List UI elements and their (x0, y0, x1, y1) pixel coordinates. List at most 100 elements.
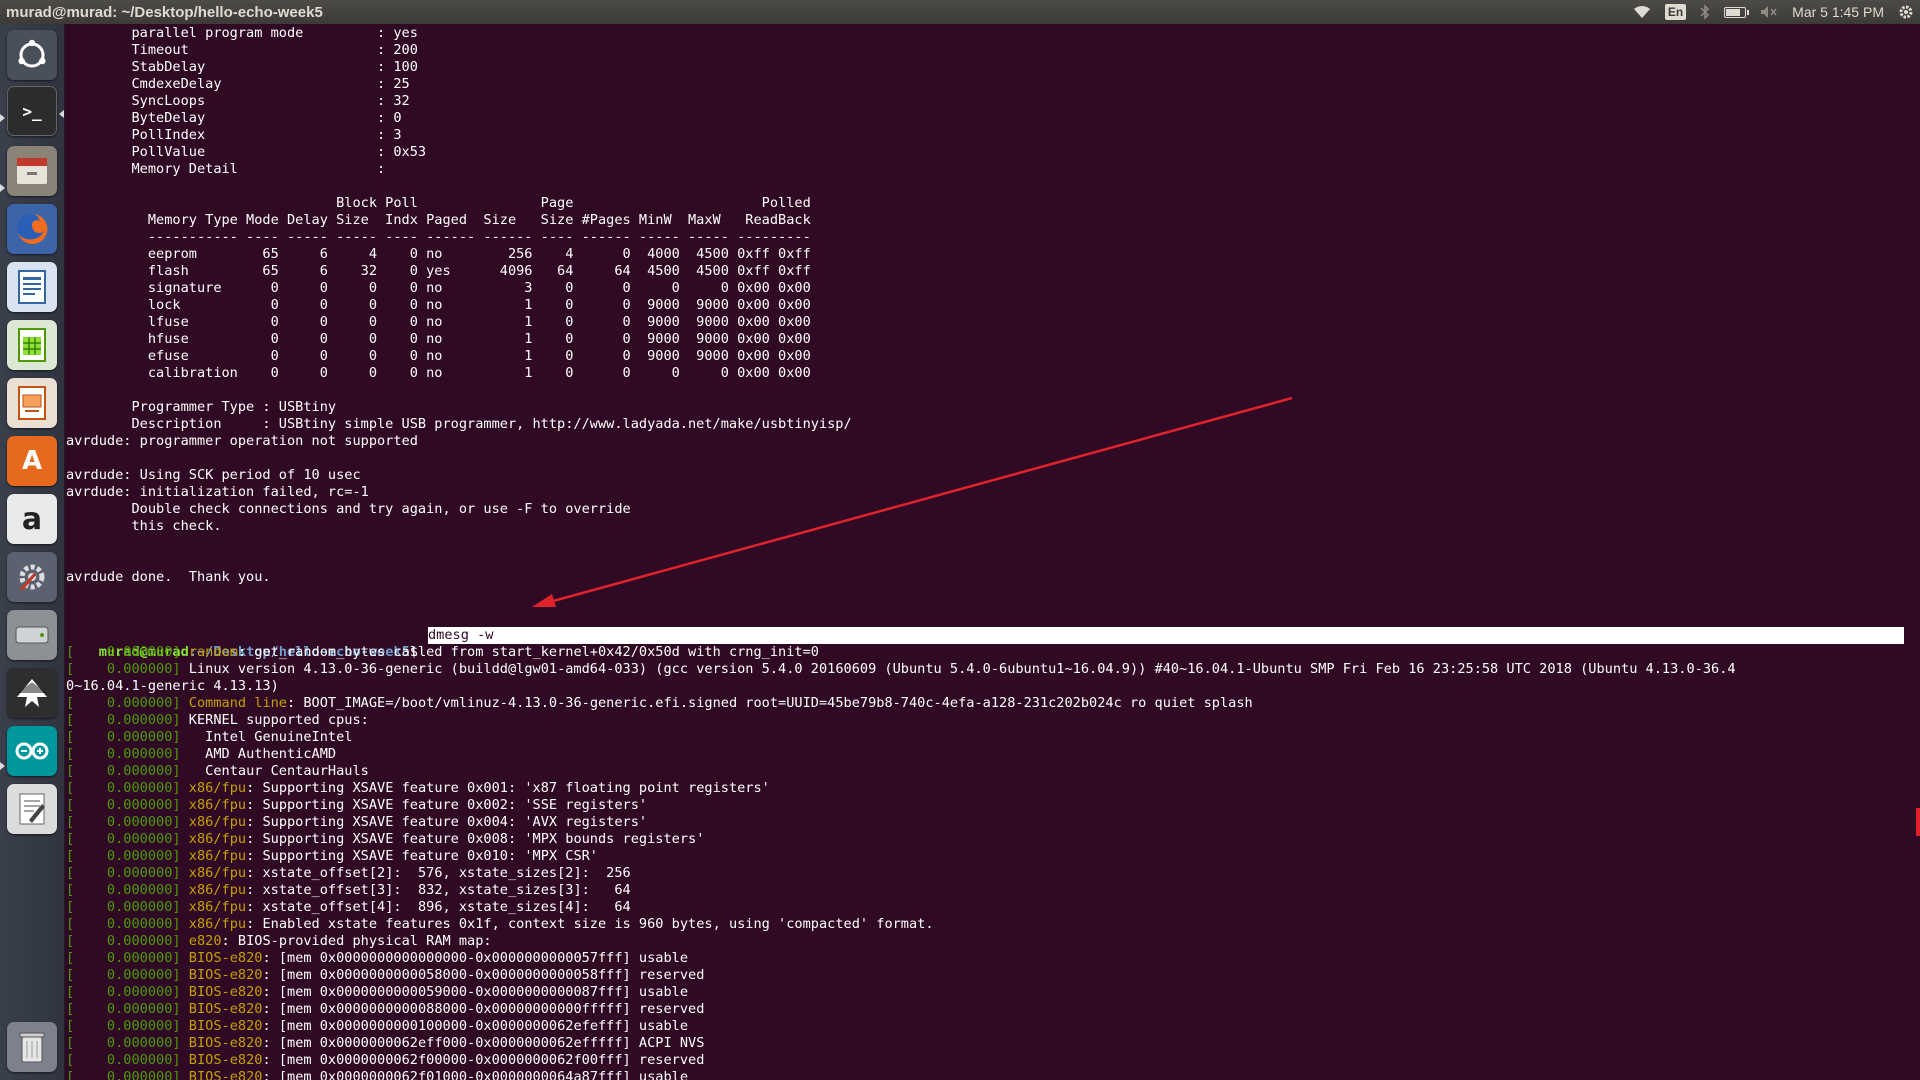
text-editor-icon[interactable] (7, 784, 57, 834)
dmesg-tag: BIOS-e820 (188, 967, 263, 983)
clock[interactable]: Mar 5 1:45 PM (1792, 4, 1884, 20)
dmesg-line: [ 0.000000] BIOS-e820: [mem 0x0000000000… (66, 984, 1736, 1001)
libreoffice-calc-icon[interactable] (7, 320, 57, 370)
dmesg-tag: BIOS-e820 (188, 984, 263, 1000)
files-icon[interactable] (7, 146, 57, 196)
command-text[interactable]: dmesg -w (428, 627, 493, 644)
arduino-icon[interactable] (7, 726, 57, 776)
dmesg-timestamp: 0.000000 (74, 831, 173, 847)
bracket: [ (66, 916, 75, 932)
dmesg-tag: BIOS-e820 (188, 1052, 263, 1068)
battery-icon[interactable] (1724, 6, 1750, 18)
dmesg-timestamp: 0.000000 (74, 780, 173, 796)
trash-icon[interactable] (7, 1022, 57, 1072)
dmesg-text: Intel GenuineIntel (188, 729, 353, 745)
settings-gear-icon[interactable] (1898, 4, 1914, 20)
dmesg-text: : [mem 0x0000000000058000-0x000000000005… (262, 967, 705, 983)
bracket: ] (172, 1069, 189, 1080)
bracket: [ (66, 695, 75, 711)
bracket: [ (66, 1069, 75, 1080)
dmesg-timestamp: 0.000000 (74, 899, 173, 915)
bracket: ] (172, 729, 189, 745)
dmesg-tag: x86/fpu (188, 882, 247, 898)
terminal-icon[interactable]: >_ (7, 86, 57, 136)
command-selection-highlight (428, 627, 1904, 644)
dmesg-timestamp: 0.000000 (74, 763, 173, 779)
software-center-icon[interactable]: A (7, 436, 57, 486)
bracket: [ (66, 1052, 75, 1068)
dmesg-timestamp: 0.000000 (74, 967, 173, 983)
firefox-icon[interactable] (7, 204, 57, 254)
bracket: [ (66, 848, 75, 864)
dmesg-timestamp: 0.000000 (74, 661, 173, 677)
libreoffice-impress-icon[interactable] (7, 378, 57, 428)
window-title: murad@murad: ~/Desktop/hello-echo-week5 (6, 3, 323, 21)
bracket: ] (172, 984, 189, 1000)
dmesg-timestamp: 0.000000 (74, 746, 173, 762)
dmesg-line: [ 0.000000] BIOS-e820: [mem 0x0000000000… (66, 950, 1736, 967)
dmesg-text: : xstate_offset[4]: 896, xstate_sizes[4]… (246, 899, 631, 915)
bracket: [ (66, 899, 75, 915)
bracket: [ (66, 644, 75, 660)
bracket: ] (172, 848, 189, 864)
dmesg-text: : xstate_offset[2]: 576, xstate_sizes[2]… (246, 865, 631, 881)
disk-drive-icon[interactable] (7, 610, 57, 660)
bracket: ] (172, 746, 189, 762)
dmesg-text: Centaur CentaurHauls (188, 763, 369, 779)
bracket: [ (66, 967, 75, 983)
dmesg-text: : Supporting XSAVE feature 0x004: 'AVX r… (246, 814, 648, 830)
dmesg-text: : [mem 0x0000000000088000-0x00000000000f… (262, 1001, 705, 1017)
bracket: ] (172, 865, 189, 881)
dmesg-tag: x86/fpu (188, 899, 247, 915)
inkscape-icon[interactable] (7, 668, 57, 718)
dmesg-tag: e820 (188, 933, 222, 949)
dmesg-timestamp: 0.000000 (74, 712, 173, 728)
dmesg-line: [ 0.000000] x86/fpu: Supporting XSAVE fe… (66, 780, 1736, 797)
dmesg-text: : [mem 0x0000000062f00000-0x0000000062f0… (262, 1052, 705, 1068)
dmesg-tag: Command line (188, 695, 287, 711)
volume-muted-icon[interactable] (1760, 5, 1778, 19)
dmesg-line: [ 0.000000] BIOS-e820: [mem 0x0000000000… (66, 1001, 1736, 1018)
launcher: >_ A a (0, 24, 65, 1080)
dmesg-line: [ 0.000000] x86/fpu: xstate_offset[2]: 5… (66, 865, 1736, 882)
dmesg-text: : [mem 0x0000000062eff000-0x0000000062ef… (262, 1035, 705, 1051)
scroll-position-marker[interactable] (1916, 808, 1920, 836)
dmesg-line: [ 0.000000] x86/fpu: Supporting XSAVE fe… (66, 848, 1736, 865)
dmesg-line: 0~16.04.1-generic 4.13.13) (66, 678, 1736, 695)
wifi-icon[interactable] (1633, 5, 1651, 19)
bracket: [ (66, 763, 75, 779)
dmesg-line: [ 0.000000] BIOS-e820: [mem 0x0000000062… (66, 1069, 1736, 1080)
bracket: ] (172, 814, 189, 830)
dmesg-line: [ 0.000000] Linux version 4.13.0-36-gene… (66, 661, 1736, 678)
bracket: ] (172, 882, 189, 898)
dmesg-timestamp: 0.000000 (74, 695, 173, 711)
dmesg-timestamp: 0.000000 (74, 1052, 173, 1068)
terminal-window[interactable]: parallel program mode : yes Timeout : 20… (64, 24, 1920, 1080)
dmesg-text: : [mem 0x0000000000059000-0x000000000008… (262, 984, 689, 1000)
dmesg-line: [ 0.000000] random: get_random_bytes cal… (66, 644, 1736, 661)
dmesg-timestamp: 0.000000 (74, 916, 173, 932)
dmesg-line: [ 0.000000] x86/fpu: xstate_offset[4]: 8… (66, 899, 1736, 916)
amazon-icon[interactable]: a (7, 494, 57, 544)
dmesg-line: [ 0.000000] Command line: BOOT_IMAGE=/bo… (66, 695, 1736, 712)
dmesg-text: : xstate_offset[3]: 832, xstate_sizes[3]… (246, 882, 631, 898)
dmesg-timestamp: 0.000000 (74, 984, 173, 1000)
bracket: [ (66, 882, 75, 898)
dmesg-text: : [mem 0x0000000062f01000-0x0000000064a8… (262, 1069, 689, 1080)
libreoffice-writer-icon[interactable] (7, 262, 57, 312)
system-settings-icon[interactable] (7, 552, 57, 602)
dmesg-line: [ 0.000000] x86/fpu: Supporting XSAVE fe… (66, 831, 1736, 848)
dmesg-tag: BIOS-e820 (188, 1069, 263, 1080)
dmesg-timestamp: 0.000000 (74, 848, 173, 864)
dmesg-line: [ 0.000000] BIOS-e820: [mem 0x0000000062… (66, 1035, 1736, 1052)
language-indicator[interactable]: En (1664, 4, 1687, 20)
bracket: [ (66, 746, 75, 762)
ubuntu-dash-icon[interactable] (7, 30, 57, 80)
bracket: ] (172, 899, 189, 915)
shell-prompt-line[interactable]: murad@murad:~/Desktop/hello-echo-week5$ … (66, 627, 1904, 660)
bluetooth-icon[interactable] (1700, 4, 1710, 20)
bracket: ] (172, 712, 189, 728)
dmesg-tag: x86/fpu (188, 916, 247, 932)
dmesg-text: : Supporting XSAVE feature 0x008: 'MPX b… (246, 831, 705, 847)
terminal-output: parallel program mode : yes Timeout : 20… (66, 25, 852, 585)
